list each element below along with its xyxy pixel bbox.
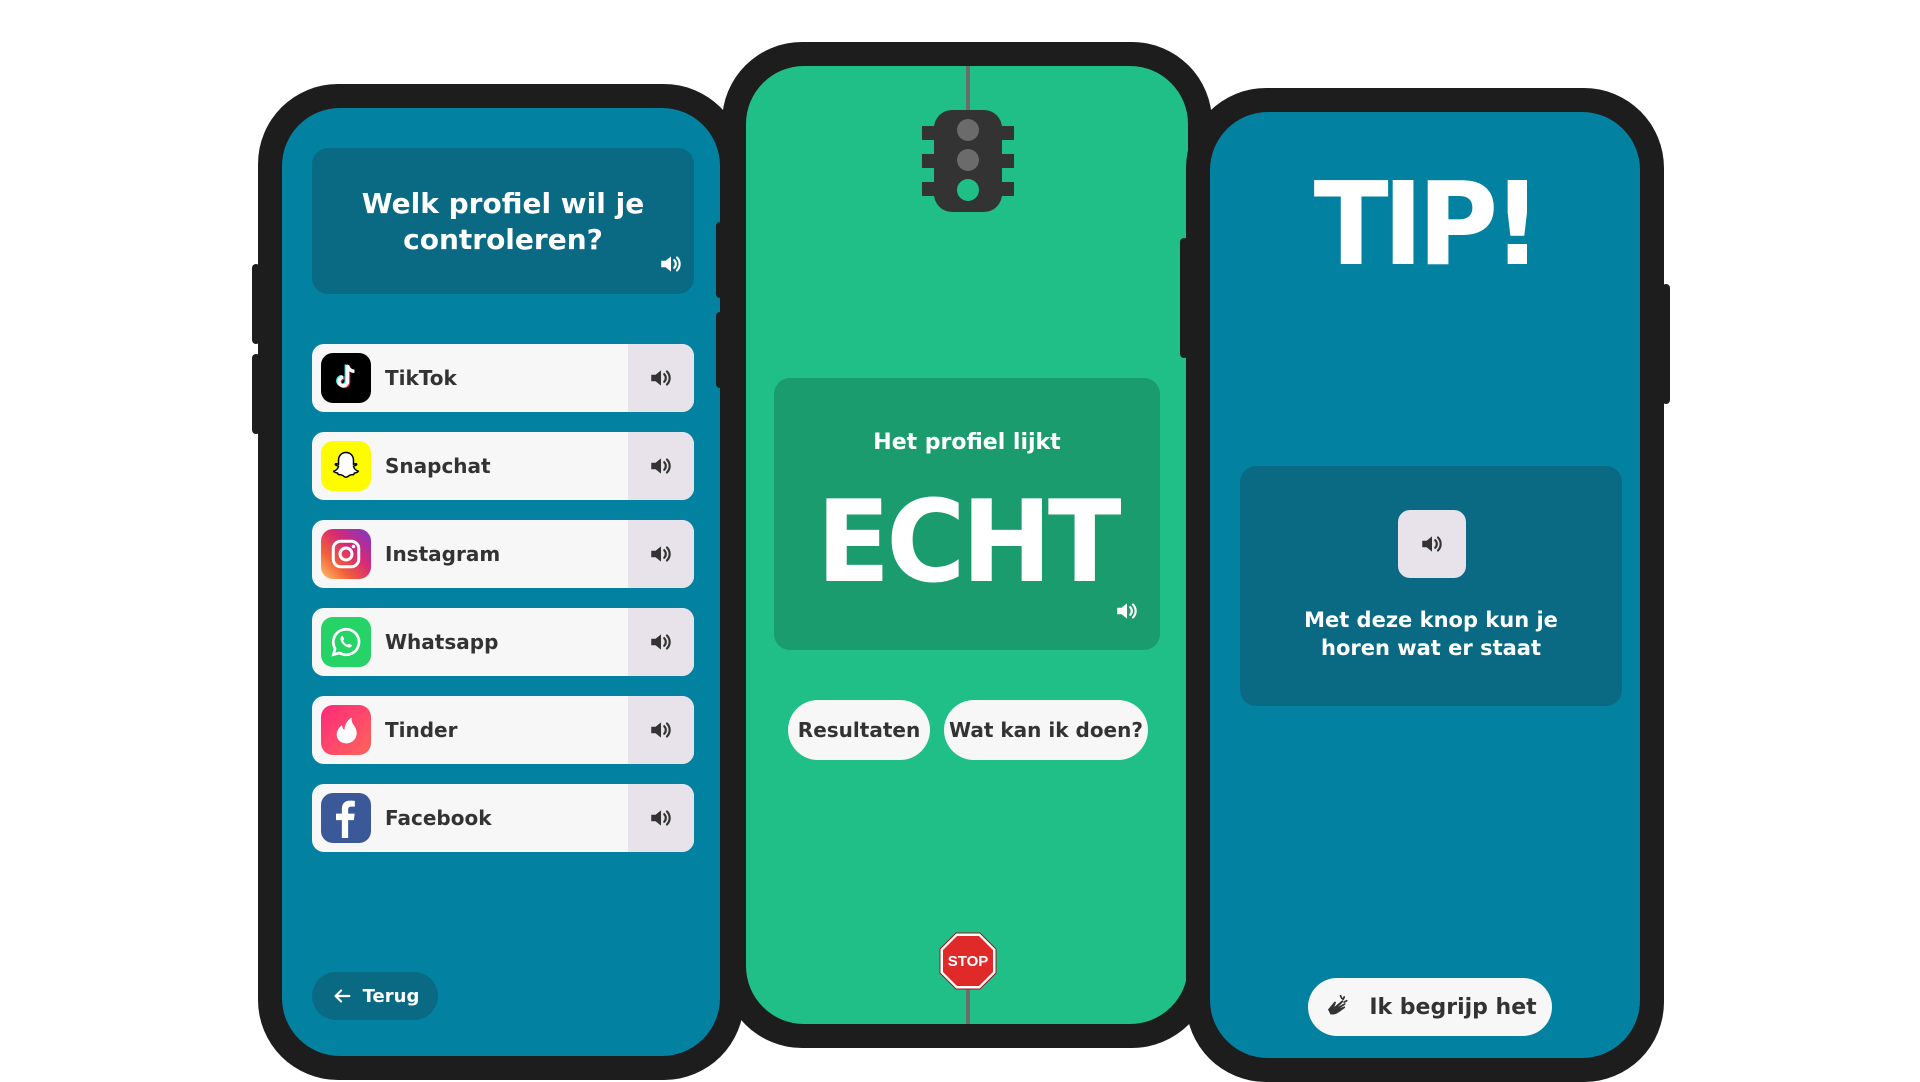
result-subtitle: Het profiel lijkt bbox=[873, 430, 1061, 455]
list-item-facebook[interactable]: Facebook bbox=[312, 784, 694, 852]
speaker-icon bbox=[651, 634, 671, 650]
tinder-icon bbox=[321, 705, 371, 755]
screen-tip: TIP! Met deze knop kun je horen wat er s… bbox=[1210, 112, 1640, 1058]
list-item-label: Whatsapp bbox=[385, 630, 499, 654]
speaker-icon bbox=[651, 458, 671, 474]
sign-language-hand-icon bbox=[1327, 994, 1348, 1016]
list-item-label: Tinder bbox=[385, 718, 458, 742]
what-can-i-do-button[interactable]: Wat kan ik doen? bbox=[944, 700, 1148, 760]
snapchat-icon bbox=[321, 441, 371, 491]
tiktok-icon bbox=[321, 353, 371, 403]
sound-button[interactable] bbox=[628, 696, 694, 764]
confirm-button[interactable]: Ik begrijp het bbox=[1308, 978, 1552, 1036]
tip-title: TIP! bbox=[1313, 156, 1543, 292]
speaker-icon[interactable] bbox=[1114, 598, 1140, 628]
list-item-tiktok[interactable]: TikTok bbox=[312, 344, 694, 412]
speaker-icon bbox=[651, 810, 671, 826]
back-button[interactable]: Terug bbox=[312, 972, 438, 1020]
sound-button[interactable] bbox=[628, 784, 694, 852]
result-card: Het profiel lijkt ECHT bbox=[774, 378, 1160, 650]
sound-button[interactable] bbox=[628, 432, 694, 500]
traffic-light-pole bbox=[966, 66, 970, 116]
confirm-button-label: Ik begrijp het bbox=[1369, 994, 1537, 1020]
phone-profile-select: Welk profiel wil je controleren? TikTok bbox=[252, 84, 744, 1080]
list-item-label: Facebook bbox=[385, 806, 492, 830]
results-button-label: Resultaten bbox=[797, 718, 921, 742]
sound-button[interactable] bbox=[1398, 510, 1466, 578]
traffic-light-icon bbox=[922, 110, 1014, 212]
back-button-label: Terug bbox=[362, 985, 420, 1007]
results-button[interactable]: Resultaten bbox=[788, 700, 930, 760]
stop-pole bbox=[966, 986, 970, 1024]
speaker-icon bbox=[651, 722, 671, 738]
info-card: Met deze knop kun je horen wat er staat bbox=[1240, 466, 1622, 706]
facebook-icon bbox=[321, 793, 371, 843]
sound-button[interactable] bbox=[628, 608, 694, 676]
question-card: Welk profiel wil je controleren? bbox=[312, 148, 694, 294]
whatsapp-icon bbox=[321, 617, 371, 667]
list-item-instagram[interactable]: Instagram bbox=[312, 520, 694, 588]
result-verdict: ECHT bbox=[816, 476, 1121, 609]
list-item-label: Instagram bbox=[385, 542, 501, 566]
arrow-left-icon bbox=[334, 989, 351, 1003]
list-item-whatsapp[interactable]: Whatsapp bbox=[312, 608, 694, 676]
question-text: Welk profiel wil je controleren? bbox=[361, 187, 645, 256]
speaker-icon bbox=[1422, 536, 1442, 552]
stop-sign-icon[interactable]: STOP bbox=[939, 932, 997, 990]
screen-result: Het profiel lijkt ECHT Resultaten Wat ka… bbox=[746, 66, 1188, 1024]
speaker-icon bbox=[651, 370, 671, 386]
list-item-tinder[interactable]: Tinder bbox=[312, 696, 694, 764]
phone-tip: TIP! Met deze knop kun je horen wat er s… bbox=[1180, 88, 1670, 1082]
phone-result: Het profiel lijkt ECHT Resultaten Wat ka… bbox=[716, 42, 1212, 1048]
list-item-label: TikTok bbox=[385, 366, 457, 390]
instagram-icon bbox=[321, 529, 371, 579]
list-item-snapchat[interactable]: Snapchat bbox=[312, 432, 694, 500]
speaker-icon[interactable] bbox=[658, 250, 684, 286]
stop-sign-label: STOP bbox=[948, 953, 989, 970]
what-can-i-do-label: Wat kan ik doen? bbox=[949, 718, 1143, 742]
sound-button[interactable] bbox=[628, 520, 694, 588]
info-text: Met deze knop kun je horen wat er staat bbox=[1304, 608, 1558, 660]
speaker-icon bbox=[651, 546, 671, 562]
app-list: TikTok Snapchat Instagram Whatsapp Tinde… bbox=[312, 344, 694, 872]
list-item-label: Snapchat bbox=[385, 454, 491, 478]
sound-button[interactable] bbox=[628, 344, 694, 412]
screen-profile-select: Welk profiel wil je controleren? TikTok bbox=[282, 108, 720, 1056]
